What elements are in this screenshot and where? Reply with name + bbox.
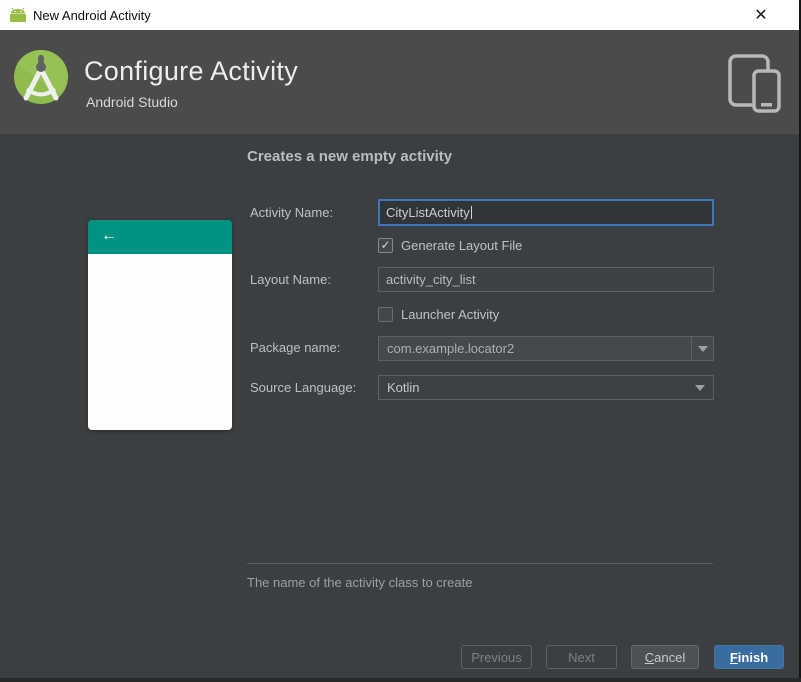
- previous-button[interactable]: Previous: [461, 645, 532, 669]
- hint-text: The name of the activity class to create: [247, 575, 473, 590]
- window-bottom-border: [0, 678, 801, 682]
- package-name-value: com.example.locator2: [387, 341, 515, 356]
- finish-mnemonic: F: [729, 649, 738, 665]
- next-button[interactable]: Next: [546, 645, 617, 669]
- source-language-label: Source Language:: [250, 380, 357, 395]
- back-arrow-icon: ←: [101, 227, 117, 244]
- text-caret: [470, 206, 472, 219]
- android-studio-logo: [14, 49, 68, 104]
- package-name-label: Package name:: [250, 340, 341, 355]
- layout-name-label: Layout Name:: [250, 272, 331, 287]
- cancel-mnemonic: C: [644, 649, 655, 665]
- generate-layout-file-row[interactable]: ✓ Generate Layout File: [378, 238, 522, 253]
- package-name-dropdown-button[interactable]: [691, 337, 713, 360]
- title-bar: New Android Activity ✕: [0, 0, 801, 30]
- phone-tablet-icon: [728, 54, 781, 113]
- activity-name-value: CityListActivity: [386, 205, 470, 220]
- activity-name-label: Activity Name:: [250, 205, 334, 220]
- layout-name-input[interactable]: activity_city_list: [378, 267, 714, 292]
- generate-layout-checkbox[interactable]: ✓: [378, 238, 393, 253]
- finish-label-rest: inish: [737, 649, 769, 665]
- android-robot-icon: [10, 8, 26, 22]
- source-language-value: Kotlin: [387, 380, 420, 395]
- activity-name-input[interactable]: CityListActivity: [378, 199, 714, 226]
- hint-separator: [247, 563, 713, 564]
- wizard-step-title: Configure Activity: [84, 56, 298, 86]
- wizard-subtitle: Android Studio: [86, 94, 178, 110]
- close-icon[interactable]: ✕: [749, 4, 773, 26]
- cancel-label-rest: ancel: [654, 649, 686, 665]
- chevron-down-icon: [695, 385, 705, 391]
- source-language-dropdown[interactable]: Kotlin: [378, 375, 714, 400]
- window-title: New Android Activity: [33, 8, 151, 23]
- page-title: Creates a new empty activity: [247, 148, 453, 165]
- cancel-button[interactable]: Cancel: [631, 645, 699, 669]
- launcher-activity-checkbox[interactable]: [378, 307, 393, 322]
- activity-preview: ←: [88, 220, 232, 430]
- generate-layout-label: Generate Layout File: [401, 238, 523, 253]
- launcher-activity-row[interactable]: Launcher Activity: [378, 307, 499, 322]
- launcher-activity-label: Launcher Activity: [401, 307, 500, 322]
- package-name-combobox[interactable]: com.example.locator2: [378, 336, 714, 361]
- layout-name-value: activity_city_list: [386, 272, 476, 287]
- chevron-down-icon: [697, 345, 708, 352]
- preview-toolbar: ←: [88, 220, 232, 254]
- new-android-activity-dialog: New Android Activity ✕ Configure Activit…: [0, 0, 801, 682]
- finish-button[interactable]: Finish: [714, 645, 784, 669]
- preview-body: [88, 254, 232, 430]
